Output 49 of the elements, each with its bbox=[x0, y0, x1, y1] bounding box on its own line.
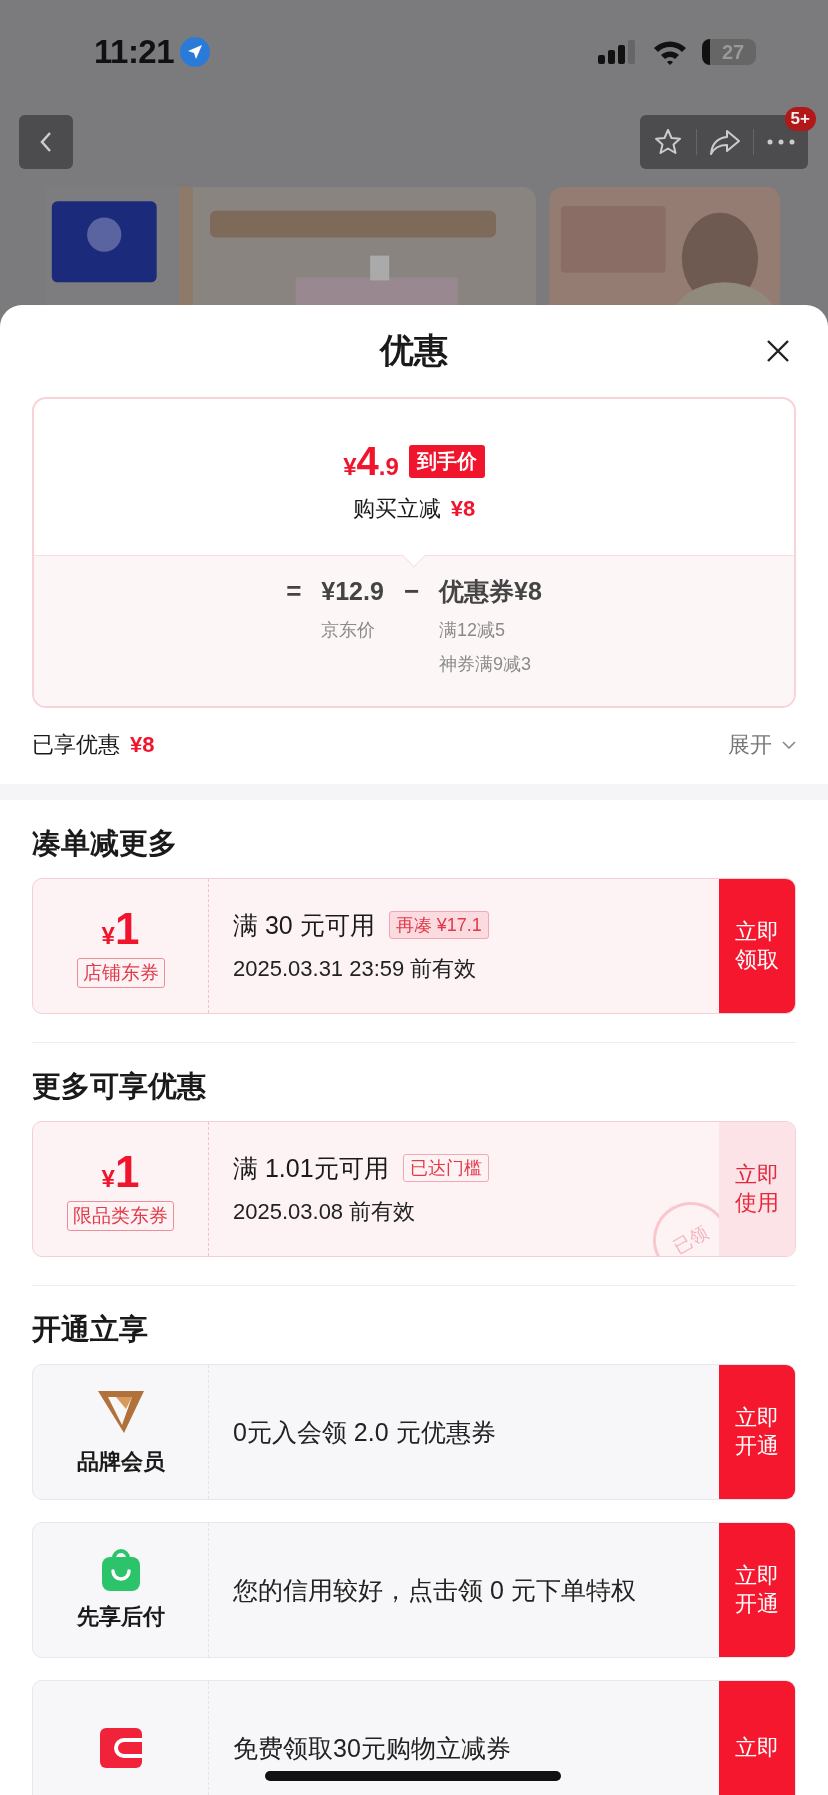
more-icon bbox=[766, 139, 795, 146]
chevron-down-icon bbox=[782, 741, 796, 749]
offer-label: 先享后付 bbox=[76, 1603, 165, 1631]
location-icon bbox=[180, 37, 211, 68]
coupon-detail: 神券满9减3 bbox=[439, 653, 533, 676]
coupon-amount: ¥1 bbox=[101, 1147, 140, 1197]
reduction-label: 购买立减 bbox=[352, 494, 441, 523]
coupon-condition: 满 1.01元可用 bbox=[233, 1152, 389, 1184]
offer-text: 0元入会领 2.0 元优惠券 bbox=[233, 1416, 496, 1448]
status-time: 11:21 bbox=[94, 33, 175, 72]
price-tag: 到手价 bbox=[408, 444, 485, 478]
section-title: 凑单减更多 bbox=[32, 826, 178, 861]
offer-label: 品牌会员 bbox=[76, 1448, 165, 1476]
minus-sign: − bbox=[403, 575, 420, 608]
coupon-amount: ¥1 bbox=[101, 904, 140, 954]
coupon-type: 店铺东券 bbox=[76, 958, 165, 988]
discount-label: 已享优惠 bbox=[32, 731, 120, 759]
coupon-condition: 满 30 元可用 bbox=[233, 909, 375, 941]
signal-icon bbox=[598, 40, 638, 65]
close-icon bbox=[766, 339, 790, 363]
offer-button[interactable]: 立即 bbox=[719, 1681, 795, 1795]
offer-button[interactable]: 立即开通 bbox=[719, 1523, 795, 1657]
coupon-detail: 满12减5 bbox=[439, 619, 507, 642]
share-icon bbox=[708, 128, 741, 157]
reduction-value: ¥8 bbox=[450, 495, 476, 522]
wallet-icon bbox=[97, 1726, 144, 1770]
section-title: 更多可享优惠 bbox=[32, 1069, 207, 1104]
coupon-tag: 再凑 ¥17.1 bbox=[388, 911, 489, 939]
coupon-total: 优惠券¥8 bbox=[439, 576, 542, 607]
discount-value: ¥8 bbox=[130, 732, 155, 758]
coupon-type: 限品类东券 bbox=[67, 1201, 174, 1231]
equals-sign: = bbox=[286, 575, 302, 608]
notification-badge: 5+ bbox=[784, 107, 816, 132]
section-title: 开通立享 bbox=[32, 1312, 149, 1347]
wifi-icon bbox=[652, 39, 688, 66]
coupon-button[interactable]: 立即使用 bbox=[719, 1122, 795, 1256]
coupon-validity: 2025.03.31 23:59 前有效 bbox=[233, 954, 478, 983]
jd-price: ¥12.9 bbox=[321, 576, 384, 607]
jd-price-label: 京东价 bbox=[321, 619, 377, 642]
sheet-title: 优惠 bbox=[380, 330, 448, 371]
offer-text: 免费领取30元购物立减券 bbox=[233, 1732, 511, 1764]
offer-text: 您的信用较好，点击领 0 元下单特权 bbox=[233, 1574, 636, 1606]
close-button[interactable] bbox=[766, 339, 790, 363]
coupon-button[interactable]: 立即领取 bbox=[719, 879, 795, 1013]
coupon-validity: 2025.03.08 前有效 bbox=[233, 1197, 417, 1226]
expand-button[interactable]: 展开 bbox=[728, 730, 796, 760]
final-price: ¥4.9 bbox=[343, 438, 399, 484]
coupon-tag: 已达门槛 bbox=[402, 1154, 489, 1182]
offer-button[interactable]: 立即开通 bbox=[719, 1365, 795, 1499]
